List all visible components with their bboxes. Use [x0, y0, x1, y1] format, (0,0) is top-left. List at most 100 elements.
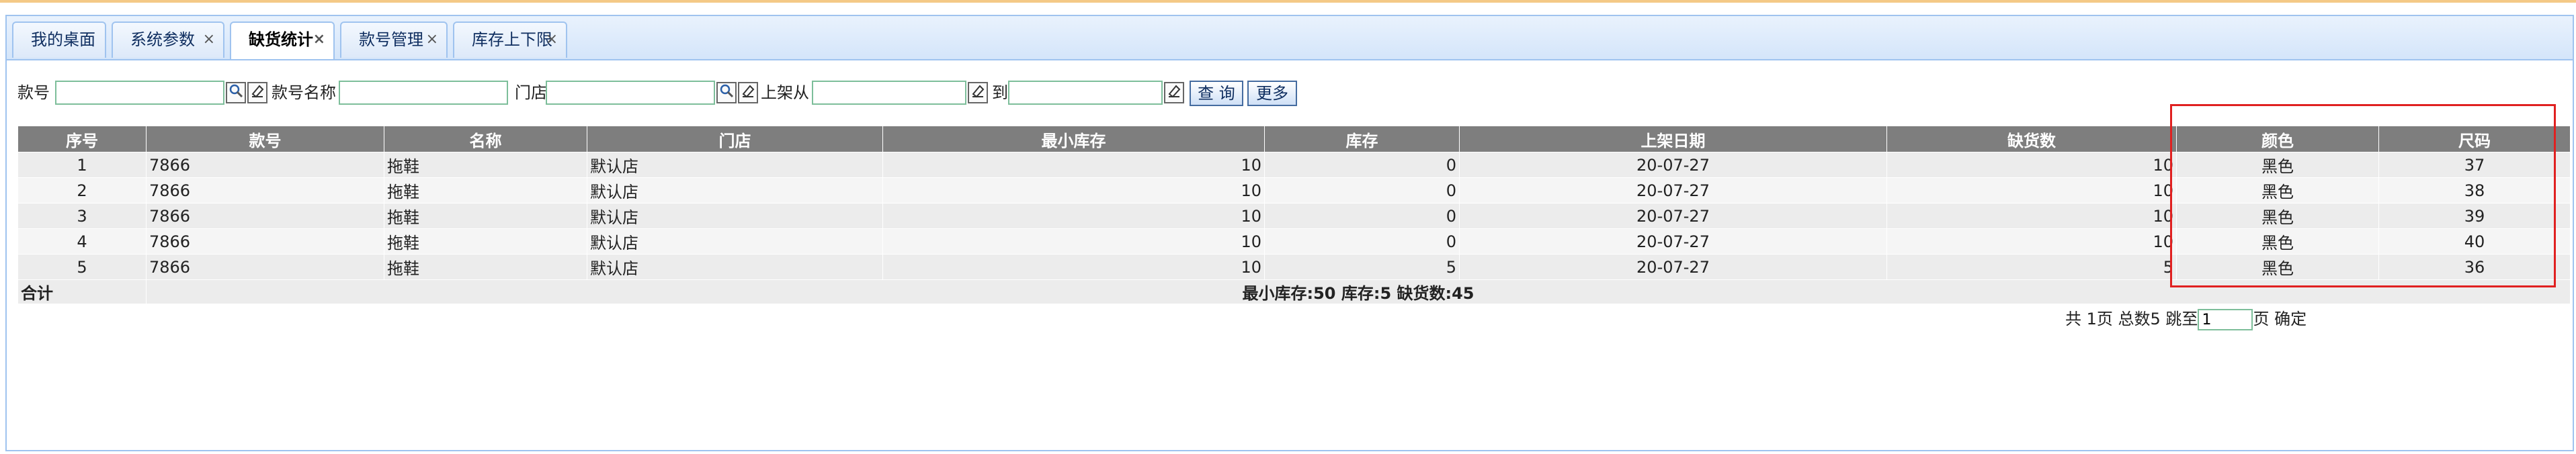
cell-stock: 5	[1264, 254, 1460, 280]
cell-min-stock: 10	[882, 152, 1265, 178]
close-icon[interactable]: ×	[313, 23, 325, 56]
tab-label: 库存上下限	[472, 30, 552, 49]
cell-size: 37	[2378, 152, 2571, 178]
table-row[interactable]: 4 7866 拖鞋 默认店 10 0 20-07-27 10 黑色 40	[17, 228, 2571, 255]
more-button[interactable]: 更多	[1247, 81, 1297, 106]
cell-stock: 0	[1264, 177, 1460, 203]
table-row[interactable]: 5 7866 拖鞋 默认店 10 5 20-07-27 5 黑色 36	[17, 254, 2571, 280]
page-jump-input[interactable]	[2198, 309, 2253, 330]
pager-confirm[interactable]: 页 确定	[2253, 310, 2307, 328]
table-row[interactable]: 1 7866 拖鞋 默认店 10 0 20-07-27 10 黑色 37	[17, 152, 2571, 178]
cell-shortage: 10	[1886, 152, 2177, 178]
stockout-table: 序号 款号 名称 门店 最小库存 库存 上架日期 缺货数 颜色 尺码 1 786…	[17, 126, 2571, 304]
close-icon[interactable]: ×	[203, 23, 215, 56]
tab-stockout-stats[interactable]: 缺货统计 ×	[230, 21, 335, 59]
search-icon[interactable]	[716, 82, 737, 103]
tab-label: 缺货统计	[249, 30, 313, 49]
cell-shortage: 10	[1886, 177, 2177, 203]
search-icon[interactable]	[226, 82, 246, 103]
table-header-row: 序号 款号 名称 门店 最小库存 库存 上架日期 缺货数 颜色 尺码	[17, 126, 2571, 152]
top-accent-line	[0, 0, 2576, 3]
col-header-color[interactable]: 颜色	[2176, 126, 2379, 152]
cell-name: 拖鞋	[384, 152, 587, 178]
shelf-date-from-input[interactable]	[812, 81, 966, 105]
cell-store: 默认店	[587, 152, 883, 178]
footer-summary: 最小库存:50 库存:5 缺货数:45	[146, 279, 2571, 304]
shelf-from-label: 上架从	[761, 83, 809, 102]
eraser-icon[interactable]	[1164, 82, 1184, 103]
cell-shortage: 10	[1886, 203, 2177, 229]
cell-name: 拖鞋	[384, 254, 587, 280]
cell-size: 40	[2378, 228, 2571, 255]
table-footer-row: 合计 最小库存:50 库存:5 缺货数:45	[17, 279, 2571, 304]
table-row[interactable]: 2 7866 拖鞋 默认店 10 0 20-07-27 10 黑色 38	[17, 177, 2571, 203]
tab-style-management[interactable]: 款号管理 ×	[340, 21, 448, 58]
cell-store: 默认店	[587, 203, 883, 229]
cell-shelf-date: 20-07-27	[1459, 177, 1887, 203]
cell-stock: 0	[1264, 203, 1460, 229]
cell-shelf-date: 20-07-27	[1459, 203, 1887, 229]
close-icon[interactable]: ×	[546, 23, 558, 56]
col-header-min-stock[interactable]: 最小库存	[882, 126, 1265, 152]
cell-name: 拖鞋	[384, 177, 587, 203]
tab-label: 款号管理	[359, 30, 423, 49]
cell-size: 39	[2378, 203, 2571, 229]
cell-stock: 0	[1264, 228, 1460, 255]
cell-store: 默认店	[587, 254, 883, 280]
cell-shelf-date: 20-07-27	[1459, 254, 1887, 280]
cell-color: 黑色	[2176, 254, 2379, 280]
cell-index: 3	[17, 203, 147, 229]
cell-index: 2	[17, 177, 147, 203]
tab-desktop[interactable]: 我的桌面	[12, 21, 106, 58]
tab-bar: 我的桌面 系统参数 × 缺货统计 × 款号管理 × 库存上下限 ×	[7, 16, 2573, 60]
footer-total-label: 合计	[17, 279, 147, 304]
eraser-icon[interactable]	[247, 82, 267, 103]
cell-stock: 0	[1264, 152, 1460, 178]
col-header-shelf-date[interactable]: 上架日期	[1459, 126, 1887, 152]
eraser-icon[interactable]	[968, 82, 988, 103]
cell-name: 拖鞋	[384, 203, 587, 229]
shelf-date-to-input[interactable]	[1008, 81, 1163, 105]
cell-color: 黑色	[2176, 152, 2379, 178]
query-button[interactable]: 查 询	[1190, 81, 1243, 106]
tab-system-params[interactable]: 系统参数 ×	[112, 21, 224, 58]
cell-shelf-date: 20-07-27	[1459, 228, 1887, 255]
cell-style-no: 7866	[146, 203, 384, 229]
style-no-input[interactable]	[55, 81, 224, 105]
cell-style-no: 7866	[146, 254, 384, 280]
cell-store: 默认店	[587, 177, 883, 203]
cell-min-stock: 10	[882, 203, 1265, 229]
tab-label: 我的桌面	[31, 30, 95, 49]
cell-style-no: 7866	[146, 228, 384, 255]
col-header-size[interactable]: 尺码	[2378, 126, 2571, 152]
cell-color: 黑色	[2176, 177, 2379, 203]
to-label: 到	[992, 83, 1008, 102]
col-header-style-no[interactable]: 款号	[146, 126, 384, 152]
style-name-label: 款号名称	[272, 83, 336, 102]
tab-stock-limits[interactable]: 库存上下限 ×	[453, 21, 567, 58]
tab-label: 系统参数	[130, 30, 195, 49]
cell-shelf-date: 20-07-27	[1459, 152, 1887, 178]
store-label: 门店	[515, 83, 547, 102]
col-header-shortage[interactable]: 缺货数	[1886, 126, 2177, 152]
style-no-label: 款号	[17, 83, 50, 102]
col-header-store[interactable]: 门店	[587, 126, 883, 152]
cell-min-stock: 10	[882, 228, 1265, 255]
cell-store: 默认店	[587, 228, 883, 255]
table-row[interactable]: 3 7866 拖鞋 默认店 10 0 20-07-27 10 黑色 39	[17, 203, 2571, 229]
cell-style-no: 7866	[146, 177, 384, 203]
col-header-index[interactable]: 序号	[17, 126, 147, 152]
col-header-stock[interactable]: 库存	[1264, 126, 1460, 152]
store-input[interactable]	[546, 81, 715, 105]
style-name-input[interactable]	[339, 81, 508, 105]
cell-shortage: 10	[1886, 228, 2177, 255]
close-icon[interactable]: ×	[426, 23, 438, 56]
cell-style-no: 7866	[146, 152, 384, 178]
cell-index: 4	[17, 228, 147, 255]
cell-index: 5	[17, 254, 147, 280]
eraser-icon[interactable]	[738, 82, 758, 103]
cell-shortage: 5	[1886, 254, 2177, 280]
pager-summary: 共 1页 总数5 跳至	[2065, 310, 2198, 328]
col-header-name[interactable]: 名称	[384, 126, 587, 152]
cell-min-stock: 10	[882, 177, 1265, 203]
